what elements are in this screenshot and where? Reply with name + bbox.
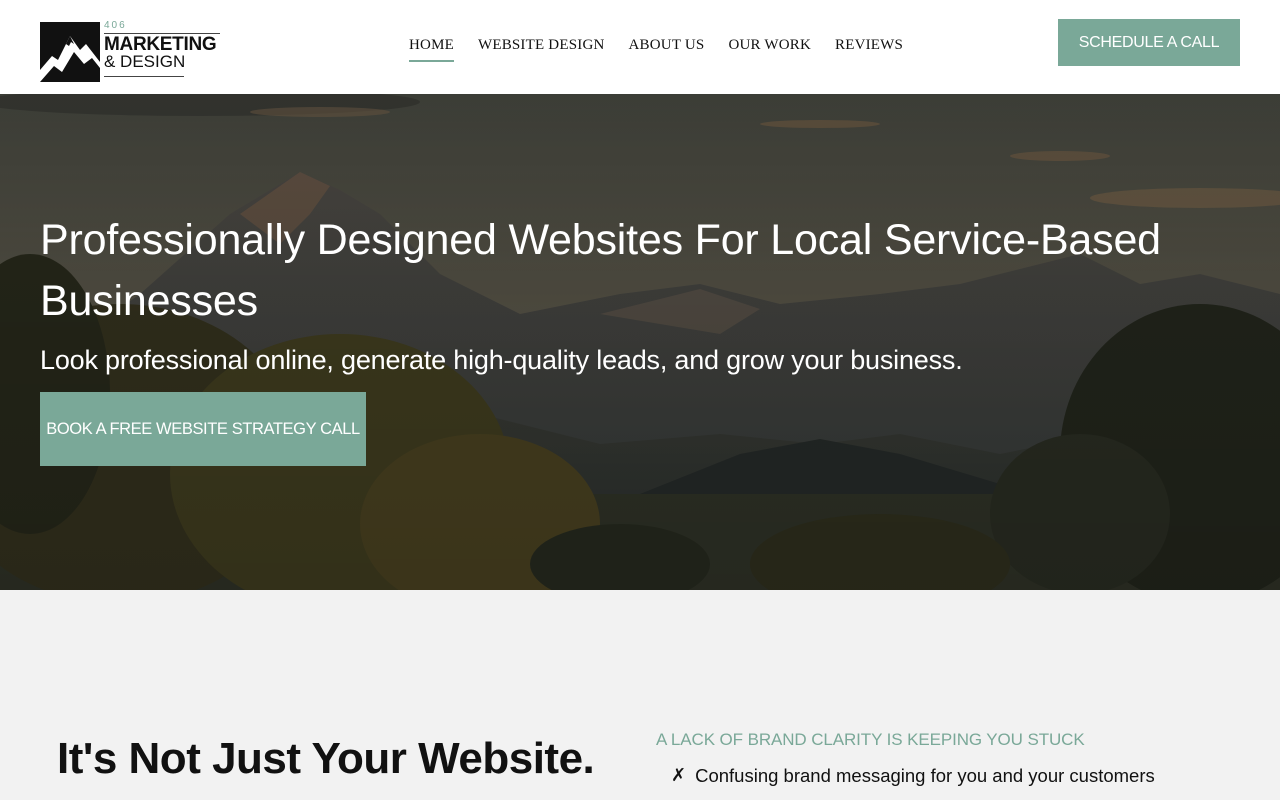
hero-title: Professionally Designed Websites For Loc… <box>40 216 1161 325</box>
brand-divider-bottom <box>104 76 184 77</box>
brand-logo[interactable]: 406 MARKETING & DESIGN <box>40 20 225 82</box>
nav-item-about-us[interactable]: ABOUT US <box>629 37 705 62</box>
hero-section: Professionally Designed Websites For Loc… <box>0 94 1280 590</box>
mountain-landscape-background <box>0 94 1280 590</box>
mountain-logo-icon <box>40 22 100 82</box>
schedule-call-button[interactable]: SCHEDULE A CALL <box>1058 19 1240 66</box>
brand-clarity-section: It's Not Just Your Website. A LACK OF BR… <box>0 590 1280 800</box>
nav-item-our-work[interactable]: OUR WORK <box>728 37 811 62</box>
book-strategy-call-button[interactable]: BOOK A FREE WEBSITE STRATEGY CALL <box>40 392 366 466</box>
list-item: ✗ Confusing brand messaging for you and … <box>671 765 1155 787</box>
brand-name-line2: & DESIGN <box>104 52 186 71</box>
site-header: 406 MARKETING & DESIGN HOME WEBSITE DESI… <box>0 0 1280 94</box>
main-nav: HOME WEBSITE DESIGN ABOUT US OUR WORK RE… <box>409 37 903 62</box>
brand-number: 406 <box>104 20 127 31</box>
section-eyebrow: A LACK OF BRAND CLARITY IS KEEPING YOU S… <box>656 730 1085 749</box>
nav-item-website-design[interactable]: WEBSITE DESIGN <box>478 37 605 62</box>
nav-item-home[interactable]: HOME <box>409 37 454 62</box>
list-item-text: Confusing brand messaging for you and yo… <box>695 765 1155 786</box>
hero-subtitle: Look professional online, generate high-… <box>40 345 963 375</box>
x-mark-icon: ✗ <box>671 765 687 785</box>
section-heading: It's Not Just Your Website. <box>57 734 595 783</box>
nav-item-reviews[interactable]: REVIEWS <box>835 37 903 62</box>
